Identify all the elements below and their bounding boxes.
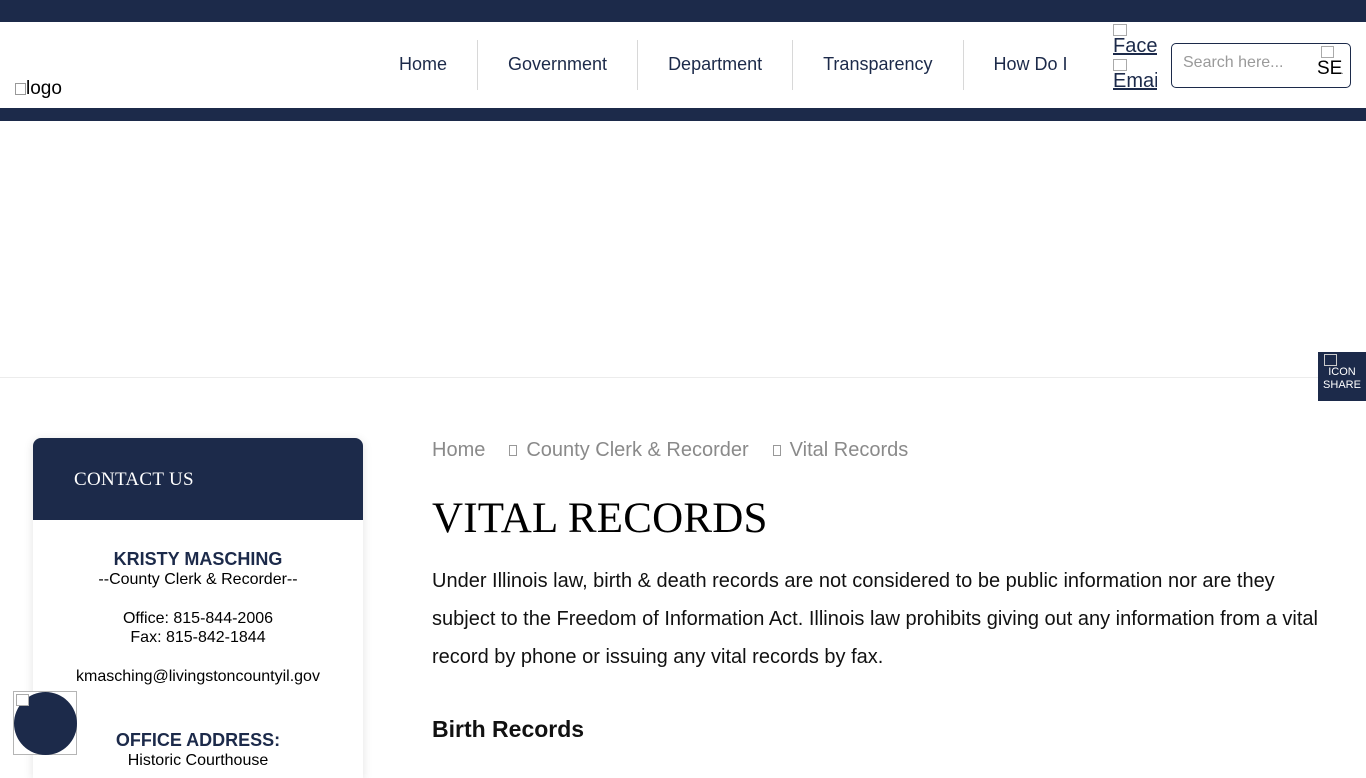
nav-home[interactable]: Home xyxy=(369,40,477,90)
contact-body: KRISTY MASCHING --County Clerk & Recorde… xyxy=(33,520,363,770)
contact-title: --County Clerk & Recorder-- xyxy=(98,571,298,588)
breadcrumb-current: Vital Records xyxy=(789,439,909,462)
nav-government[interactable]: Government xyxy=(477,40,637,90)
logo-alt-text: logo xyxy=(26,78,62,99)
contact-fax: Fax: 815-842-1844 xyxy=(130,629,266,646)
header-underbar xyxy=(0,108,1366,121)
page-title: VITAL RECORDS xyxy=(432,495,768,542)
section-heading-birth-records: Birth Records xyxy=(432,716,585,742)
email-icon xyxy=(1113,59,1127,71)
social-links: Facebook Email xyxy=(1113,22,1159,92)
banner-divider xyxy=(0,377,1366,378)
breadcrumb-home[interactable]: Home xyxy=(432,439,485,461)
office-address-heading: OFFICE ADDRESS: xyxy=(115,730,281,750)
top-bar xyxy=(0,0,1366,22)
breadcrumb: Home County Clerk & Recorder Vital Records xyxy=(432,439,908,462)
search-icon xyxy=(1321,46,1334,58)
nav-transparency[interactable]: Transparency xyxy=(792,40,962,90)
nav-department[interactable]: Department xyxy=(637,40,792,90)
accessibility-button[interactable] xyxy=(13,691,77,755)
facebook-icon xyxy=(1113,24,1127,36)
main-nav: Home Government Department Transparency … xyxy=(369,40,1098,90)
search-input[interactable] xyxy=(1183,54,1313,72)
chevron-right-icon xyxy=(509,445,518,457)
breadcrumb-county-clerk[interactable]: County Clerk & Recorder xyxy=(526,439,748,461)
contact-card: CONTACT US KRISTY MASCHING --County Cler… xyxy=(33,438,363,778)
intro-paragraph: Under Illinois law, birth & death record… xyxy=(432,570,1318,668)
logo[interactable]: logo xyxy=(15,78,62,100)
office-address-line: Historic Courthouse xyxy=(127,752,269,769)
chevron-right-icon xyxy=(772,445,781,457)
broken-image-icon xyxy=(15,83,26,95)
contact-email[interactable]: kmasching@livingstoncountyil.gov xyxy=(33,667,363,686)
contact-name: KRISTY MASCHING xyxy=(113,549,283,569)
site-header: logo Home Government Department Transpar… xyxy=(0,22,1366,108)
search-button-alt: SEARCH xyxy=(1317,58,1343,79)
share-icon-alt: ICON xyxy=(1328,366,1356,378)
facebook-link[interactable]: Facebook xyxy=(1113,36,1157,57)
share-label: SHARE xyxy=(1323,379,1361,391)
broken-image-icon xyxy=(16,694,29,706)
search-button[interactable]: SEARCH xyxy=(1317,46,1343,80)
contact-office-phone: Office: 815-844-2006 xyxy=(122,610,274,627)
nav-how-do-i[interactable]: How Do I xyxy=(962,40,1098,90)
email-link[interactable]: Email xyxy=(1113,71,1157,92)
contact-heading: CONTACT US xyxy=(33,438,363,520)
share-icon xyxy=(1324,354,1337,366)
share-button[interactable]: ICON SHARE xyxy=(1318,352,1366,401)
search-box: SEARCH xyxy=(1171,43,1351,88)
